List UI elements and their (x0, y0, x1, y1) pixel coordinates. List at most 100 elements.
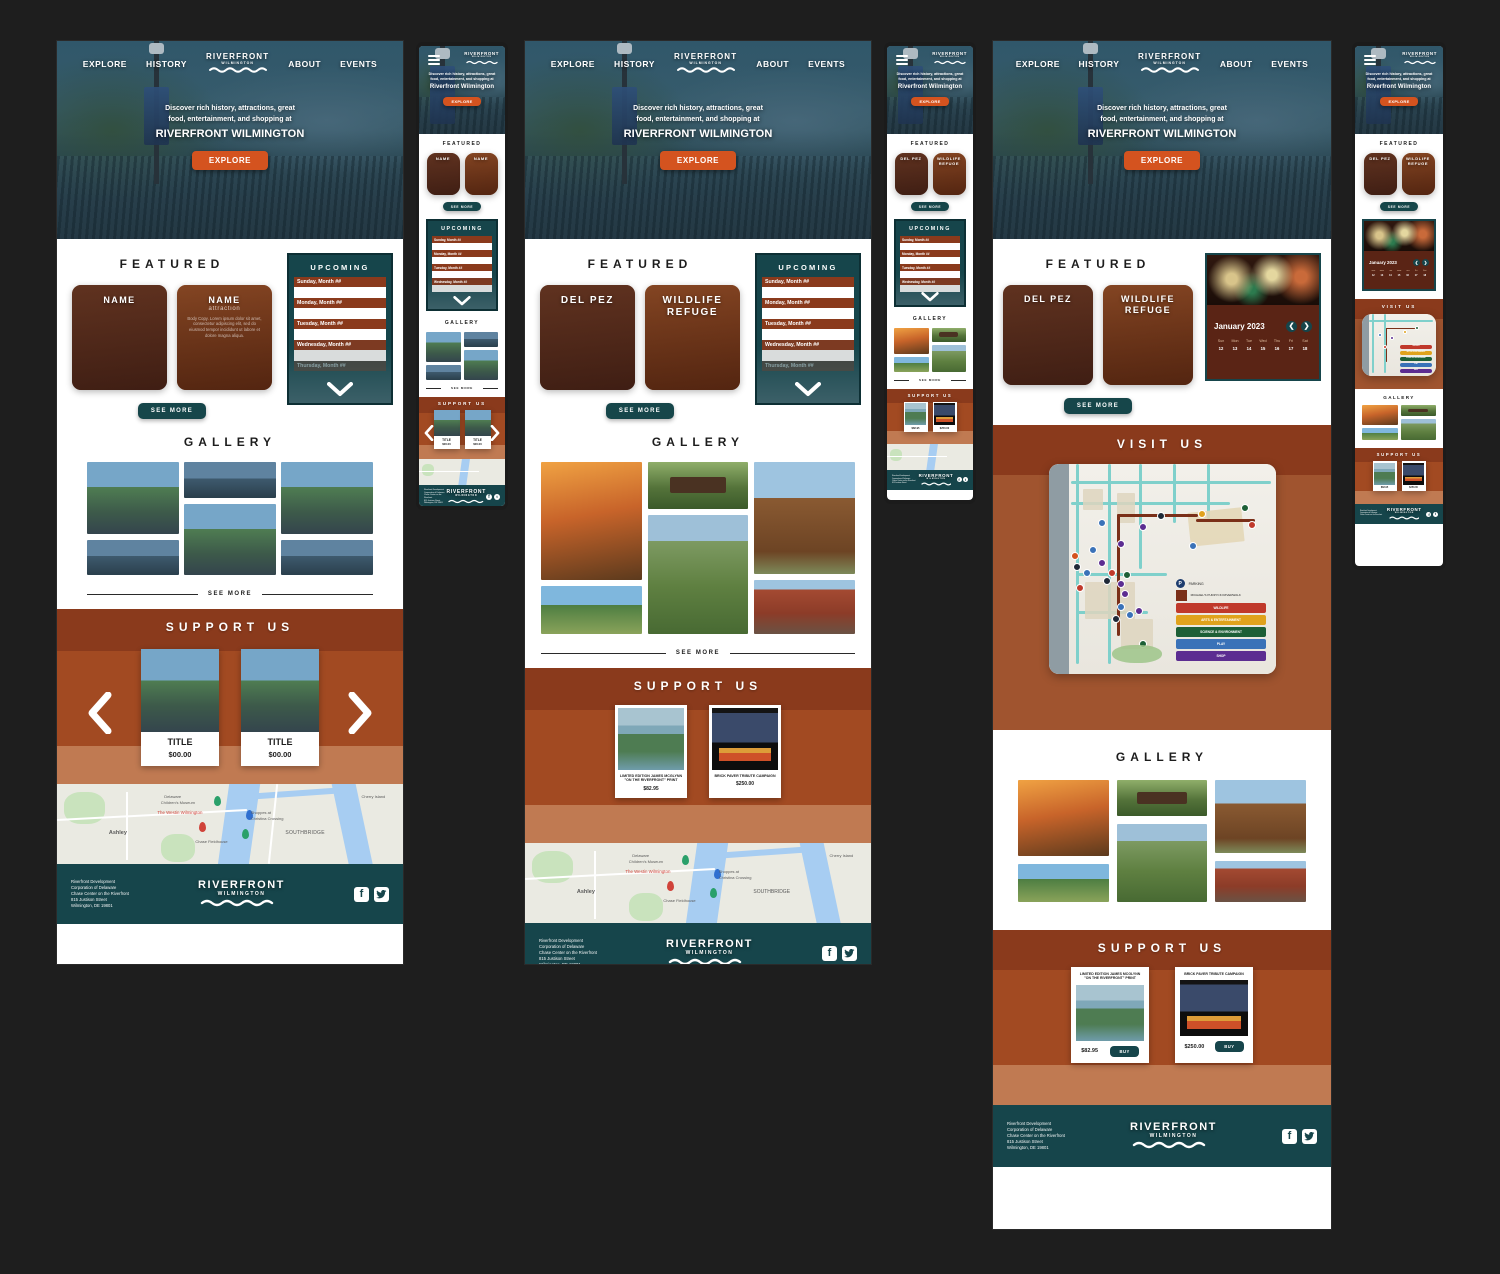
twitter-icon[interactable] (842, 945, 857, 961)
map-marker[interactable] (1189, 541, 1198, 550)
gallery-photo-aerial[interactable] (931, 345, 966, 372)
upcoming-list[interactable]: Sunday, Month ## Monday, Month ## Tuesda… (294, 277, 386, 371)
gallery-photo-marsh[interactable] (541, 586, 642, 634)
hamburger-icon[interactable] (896, 55, 908, 65)
map-marker[interactable] (1116, 539, 1125, 548)
site-logo[interactable]: RIVERFRONT WILMINGTON (206, 53, 269, 74)
featured-card-wildlife-refuge[interactable]: WILDLIFE REFUGE (645, 285, 740, 390)
product-card[interactable]: TITLE $00.00 (433, 409, 460, 449)
gallery-photo-market[interactable] (1215, 861, 1306, 902)
map-marker[interactable] (1098, 518, 1107, 527)
upcoming-item[interactable]: Monday, Month ## (294, 298, 386, 308)
location-map[interactable] (419, 458, 505, 485)
calendar-day[interactable]: 16 (1270, 346, 1284, 351)
featured-see-more-button[interactable]: SEE MORE (442, 202, 482, 211)
calendar-prev-button[interactable]: ❮ (1413, 259, 1420, 266)
footer-logo[interactable]: RIVERFRONT WILMINGTON (1387, 507, 1422, 520)
product-card-print[interactable]: LIMITED EDITION JAMES MCGLYNN "ON THE RI… (615, 705, 687, 798)
upcoming-item[interactable]: Monday, Month ## (432, 250, 492, 257)
calendar-day[interactable]: 18 (1420, 274, 1429, 277)
twitter-icon[interactable] (374, 886, 389, 902)
hero-explore-button[interactable]: EXPLORE (191, 150, 269, 170)
site-logo[interactable]: RIVERFRONT WILMINGTON (464, 51, 499, 65)
map-marker[interactable] (1415, 326, 1420, 331)
product-card-print[interactable]: $82.95 (1372, 461, 1397, 491)
site-logo[interactable]: RIVERFRONT WILMINGTON (1138, 53, 1201, 74)
nav-item-about[interactable]: ABOUT (756, 59, 789, 69)
map-marker[interactable] (1116, 602, 1125, 611)
gallery-photo-sign[interactable] (647, 462, 749, 509)
facebook-icon[interactable]: f (956, 477, 962, 483)
product-card-brick-paver[interactable]: $250.00 (1401, 461, 1426, 491)
twitter-icon[interactable]: t (494, 493, 500, 500)
parking-marker[interactable] (1073, 562, 1082, 571)
buy-button[interactable]: BUY (1110, 1045, 1139, 1057)
hero-explore-button[interactable]: EXPLORE (1123, 150, 1201, 170)
gallery-see-more[interactable]: SEE MORE (426, 386, 499, 391)
footer-logo[interactable]: RIVERFRONT WILMINGTON (666, 938, 753, 964)
upcoming-item[interactable]: Wednesday, Month ## (294, 340, 386, 350)
map-marker[interactable] (1134, 606, 1143, 615)
upcoming-item[interactable]: Thursday, Month ## (294, 361, 386, 371)
calendar-day[interactable]: 14 (1386, 274, 1395, 277)
map-marker[interactable] (1382, 345, 1387, 349)
calendar-day[interactable]: 17 (1284, 346, 1298, 351)
upcoming-item[interactable]: Wednesday, Month ## (900, 278, 960, 285)
featured-card[interactable]: NAME (72, 285, 167, 390)
map-marker[interactable] (1107, 569, 1116, 577)
upcoming-item[interactable]: Monday, Month ## (900, 250, 960, 257)
gallery-photo[interactable] (281, 540, 373, 575)
map-marker[interactable] (1390, 336, 1395, 341)
nav-item-events[interactable]: EVENTS (808, 59, 845, 69)
featured-see-more-button[interactable]: SEE MORE (1379, 202, 1419, 211)
calendar-day[interactable]: 17 (1412, 274, 1421, 277)
gallery-photo[interactable] (426, 332, 461, 362)
twitter-icon[interactable]: t (1432, 511, 1438, 517)
product-card-print[interactable]: $82.95 (903, 401, 928, 432)
upcoming-item[interactable]: Thursday, Month ## (762, 361, 854, 371)
map-marker[interactable] (1139, 522, 1148, 531)
gallery-photo[interactable] (463, 332, 498, 347)
featured-card-del-pez[interactable]: DEL PEZ (1003, 285, 1093, 385)
location-map[interactable]: Delaware Children's Museum The Westin Wi… (57, 784, 403, 864)
featured-see-more-button[interactable]: SEE MORE (1063, 398, 1133, 414)
map-marker[interactable] (1075, 583, 1084, 592)
product-card-brick-paver[interactable]: $250.00 (932, 401, 957, 432)
upcoming-item[interactable]: Tuesday, Month ## (762, 319, 854, 329)
footer-logo[interactable]: RIVERFRONT WILMINGTON (198, 879, 285, 909)
upcoming-item[interactable]: Tuesday, Month ## (294, 319, 386, 329)
featured-card-wildlife-refuge[interactable]: WILDLIFE REFUGE (1103, 285, 1193, 385)
calendar-day-numbers[interactable]: 12 13 14 15 16 17 18 (1214, 346, 1312, 351)
featured-card[interactable]: NAME attraction Body Copy. Lorem ipsum d… (177, 285, 272, 390)
product-card[interactable]: TITLE $00.00 (464, 409, 491, 449)
hero-explore-button[interactable]: EXPLORE (1380, 97, 1418, 107)
calendar-next-button[interactable]: ❯ (1422, 259, 1429, 266)
map-marker[interactable] (1116, 579, 1125, 588)
gallery-photo[interactable] (87, 540, 179, 575)
nav-item-explore[interactable]: EXPLORE (551, 59, 595, 69)
buy-button[interactable]: BUY (1215, 1041, 1244, 1053)
gallery-photo-rowers[interactable] (1018, 780, 1109, 856)
hero-explore-button[interactable]: EXPLORE (443, 97, 481, 107)
upcoming-item[interactable]: Wednesday, Month ## (762, 340, 854, 350)
gallery-photo-marsh[interactable] (1018, 864, 1109, 902)
gallery-photo-market[interactable] (754, 580, 855, 634)
nav-item-about[interactable]: ABOUT (288, 59, 321, 69)
calendar-prev-button[interactable]: ❮ (1286, 321, 1297, 332)
footer-logo[interactable]: RIVERFRONT WILMINGTON (447, 489, 487, 504)
nav-item-events[interactable]: EVENTS (1271, 59, 1308, 69)
featured-card-del-pez[interactable]: DEL PEZ (540, 285, 635, 390)
calendar-day-numbers[interactable]: 12 13 14 15 16 17 18 (1369, 274, 1429, 277)
location-map[interactable]: Delaware Children's Museum The Westin Wi… (525, 843, 871, 923)
map-marker[interactable] (1378, 332, 1383, 337)
gallery-photo-aerial[interactable] (1400, 419, 1436, 440)
nav-item-history[interactable]: HISTORY (146, 59, 187, 69)
map-marker[interactable] (1248, 520, 1257, 529)
gallery-see-more[interactable]: SEE MORE (541, 650, 855, 656)
calendar-day[interactable]: 13 (1378, 274, 1387, 277)
gallery-photo[interactable] (463, 350, 498, 380)
riverfront-interactive-map[interactable]: P PARKING MICHAEL'S PURZYCKI RIVERWALK W… (1048, 464, 1276, 674)
upcoming-item[interactable]: Tuesday, Month ## (432, 264, 492, 271)
chevron-down-icon[interactable] (921, 292, 939, 302)
upcoming-item[interactable]: Tuesday, Month ## (900, 264, 960, 271)
